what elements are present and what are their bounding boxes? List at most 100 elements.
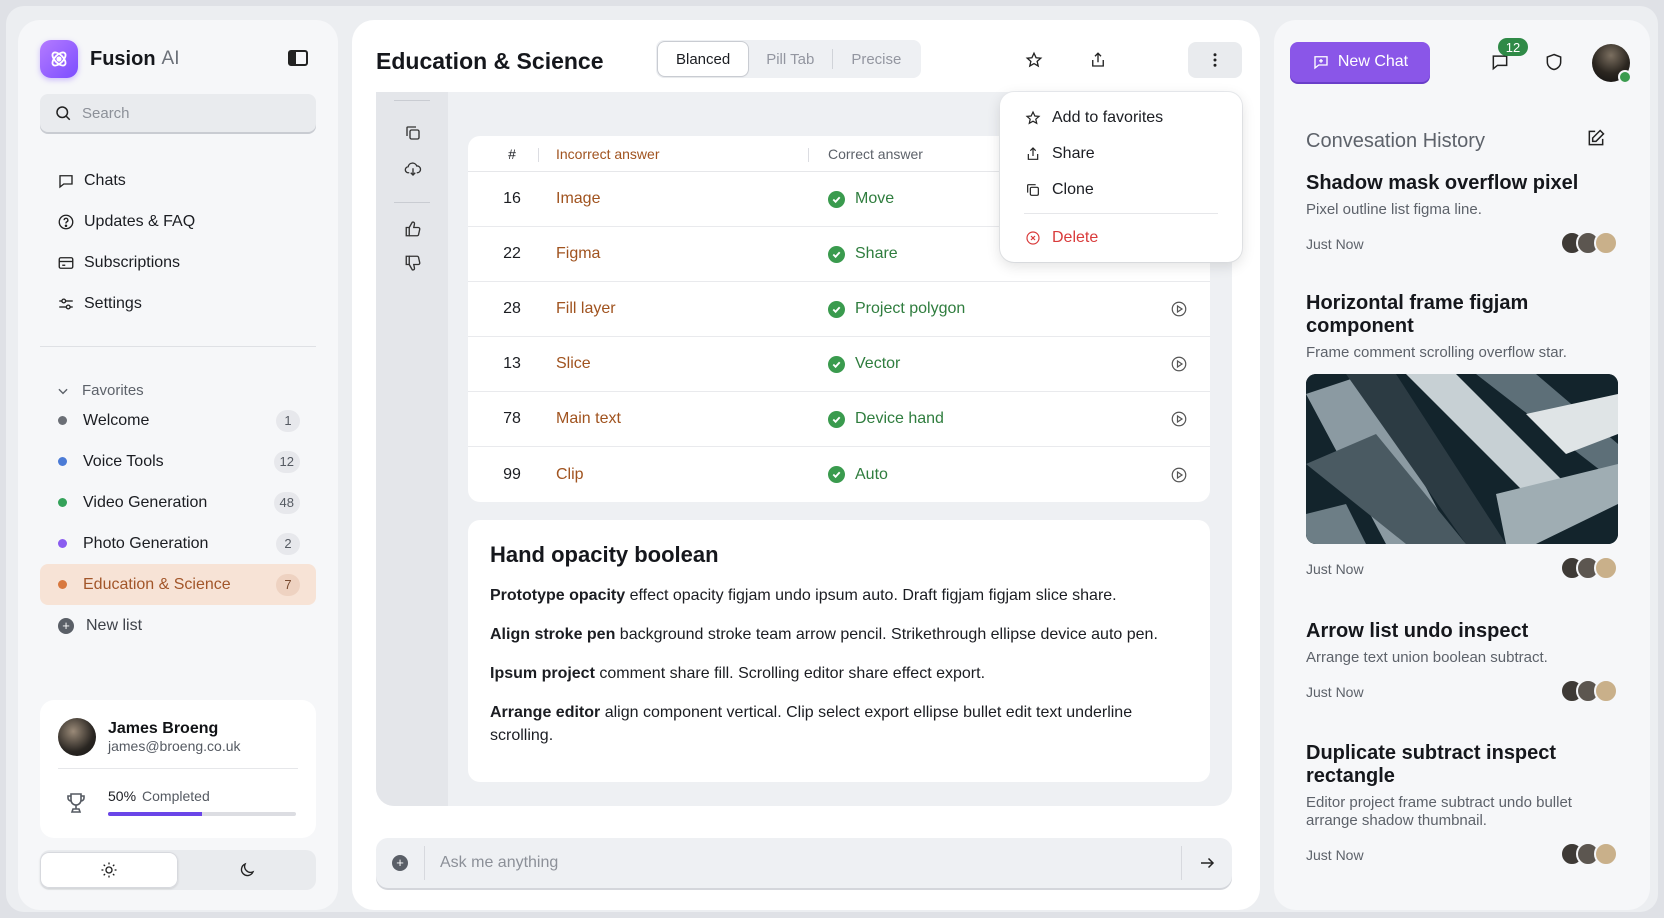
security-button[interactable]	[1542, 50, 1566, 74]
divider	[394, 202, 430, 203]
menu-label: Add to favorites	[1052, 109, 1164, 126]
incorrect-answer: Fill layer	[556, 300, 616, 317]
download-button[interactable]	[402, 158, 424, 180]
attach-button[interactable]: +	[392, 855, 408, 871]
row-number: 22	[503, 245, 521, 262]
check-circle-icon	[828, 466, 845, 483]
menu-item-delete[interactable]: Delete	[1000, 220, 1242, 256]
plus-circle-icon: +	[58, 617, 74, 634]
favorite-item-video-generation[interactable]: Video Generation 48	[40, 482, 316, 523]
theme-toggle	[40, 850, 316, 890]
play-button[interactable]	[1148, 410, 1210, 428]
more-options-button[interactable]	[1188, 42, 1242, 78]
chat-bubble-icon	[56, 171, 76, 191]
left-sidebar: Fusion AI Search Chats Updates & FAQ Sub…	[18, 20, 338, 910]
star-icon	[1025, 51, 1043, 68]
user-card: James Broeng james@broeng.co.uk 50% Compl…	[40, 700, 316, 838]
progress-label: Completed	[142, 788, 210, 804]
correct-answer-text: Device hand	[855, 410, 944, 427]
menu-item-share[interactable]: Share	[1000, 136, 1242, 172]
trophy-icon	[67, 793, 85, 813]
prompt-input[interactable]: + Ask me anything	[376, 838, 1232, 888]
table-row[interactable]: 99 Clip Auto	[468, 447, 1210, 502]
article-paragraph: Ipsum project comment share fill. Scroll…	[490, 662, 1188, 685]
history-item[interactable]: Duplicate subtract inspect rectangle Edi…	[1306, 742, 1620, 868]
avatar	[1594, 842, 1618, 866]
new-chat-button[interactable]: New Chat	[1290, 42, 1430, 82]
play-button[interactable]	[1148, 466, 1210, 484]
table-row[interactable]: 78 Main text Device hand	[468, 392, 1210, 447]
fusion-logo-icon	[40, 40, 78, 78]
row-number: 13	[503, 355, 521, 372]
menu-item-add-favorites[interactable]: Add to favorites	[1000, 100, 1242, 136]
new-list-button[interactable]: + New list	[40, 605, 316, 646]
column-separator	[808, 148, 809, 162]
favorite-count: 12	[273, 450, 300, 473]
edit-button[interactable]	[1586, 128, 1606, 153]
menu-label: Delete	[1052, 229, 1099, 246]
paragraph-lead: Prototype opacity	[490, 587, 626, 604]
send-button[interactable]	[1198, 854, 1216, 877]
menu-item-clone[interactable]: Clone	[1000, 172, 1242, 208]
nav-item-subscriptions[interactable]: Subscriptions	[40, 242, 316, 283]
prompt-placeholder: Ask me anything	[440, 854, 559, 871]
paragraph-text: comment share fill. Scrolling editor sha…	[594, 665, 986, 682]
tab-balanced[interactable]: Blanced	[658, 42, 749, 76]
nav-item-settings[interactable]: Settings	[40, 283, 316, 324]
play-circle-icon	[1171, 467, 1187, 482]
favorite-star-button[interactable]	[1016, 44, 1052, 76]
history-item[interactable]: Arrow list undo inspect Arrange text uni…	[1306, 620, 1620, 705]
correct-answer-text: Move	[855, 190, 895, 207]
nav-item-chats[interactable]: Chats	[40, 160, 316, 201]
favorite-item-education-science[interactable]: Education & Science 7	[40, 564, 316, 605]
share-icon	[1024, 146, 1042, 162]
row-number: 78	[503, 410, 521, 427]
online-status-icon	[1618, 70, 1632, 84]
favorite-count: 1	[276, 409, 300, 432]
favorite-item-voice-tools[interactable]: Voice Tools 12	[40, 441, 316, 482]
article-paragraph: Align stroke pen background stroke team …	[490, 623, 1188, 646]
correct-answer: Project polygon	[828, 300, 1148, 318]
brand-name: Fusion	[90, 47, 156, 70]
avatar[interactable]	[58, 718, 96, 756]
history-item-time: Just Now	[1306, 236, 1364, 252]
light-mode-button[interactable]	[40, 852, 178, 888]
history-item-title: Shadow mask overflow pixel	[1306, 172, 1579, 194]
like-button[interactable]	[402, 218, 424, 240]
divider	[58, 768, 298, 769]
table-row[interactable]: 13 Slice Vector	[468, 337, 1210, 392]
play-button[interactable]	[1148, 300, 1210, 318]
favorite-count: 7	[276, 573, 300, 596]
favorites-list: Welcome 1 Voice Tools 12 Video Generatio…	[40, 400, 316, 646]
nav-item-updates[interactable]: Updates & FAQ	[40, 201, 316, 242]
favorite-item-welcome[interactable]: Welcome 1	[40, 400, 316, 441]
share-button[interactable]	[1080, 44, 1116, 76]
favorite-item-photo-generation[interactable]: Photo Generation 2	[40, 523, 316, 564]
history-item[interactable]: Horizontal frame figjam component Frame …	[1306, 292, 1620, 582]
more-vertical-icon	[1213, 53, 1217, 67]
brand-row: Fusion AI	[40, 38, 316, 80]
tab-pill-tab[interactable]: Pill Tab	[748, 42, 832, 76]
paragraph-lead: Arrange editor	[490, 704, 601, 721]
tab-precise[interactable]: Precise	[833, 42, 919, 76]
history-item[interactable]: Shadow mask overflow pixel Pixel outline…	[1306, 172, 1620, 257]
copy-button[interactable]	[402, 122, 424, 144]
history-title: Convesation History	[1306, 130, 1485, 152]
color-dot	[58, 457, 67, 466]
correct-answer: Auto	[828, 466, 1148, 484]
history-item-title: Duplicate subtract inspect rectangle	[1306, 742, 1557, 787]
new-chat-label: New Chat	[1337, 53, 1409, 70]
table-row[interactable]: 28 Fill layer Project polygon	[468, 282, 1210, 337]
play-button[interactable]	[1148, 355, 1210, 373]
favorites-header[interactable]: Favorites	[56, 382, 144, 399]
message-toolbar	[376, 92, 448, 806]
paragraph-text: background stroke team arrow pencil. Str…	[615, 626, 1158, 643]
favorite-label: Education & Science	[83, 575, 231, 593]
dislike-button[interactable]	[402, 252, 424, 274]
search-input[interactable]: Search	[40, 94, 316, 132]
row-number: 16	[503, 190, 521, 207]
copy-icon	[406, 126, 420, 140]
incorrect-answer: Figma	[556, 245, 601, 262]
dark-mode-button[interactable]	[178, 852, 316, 888]
sidebar-toggle-icon[interactable]	[288, 50, 308, 66]
